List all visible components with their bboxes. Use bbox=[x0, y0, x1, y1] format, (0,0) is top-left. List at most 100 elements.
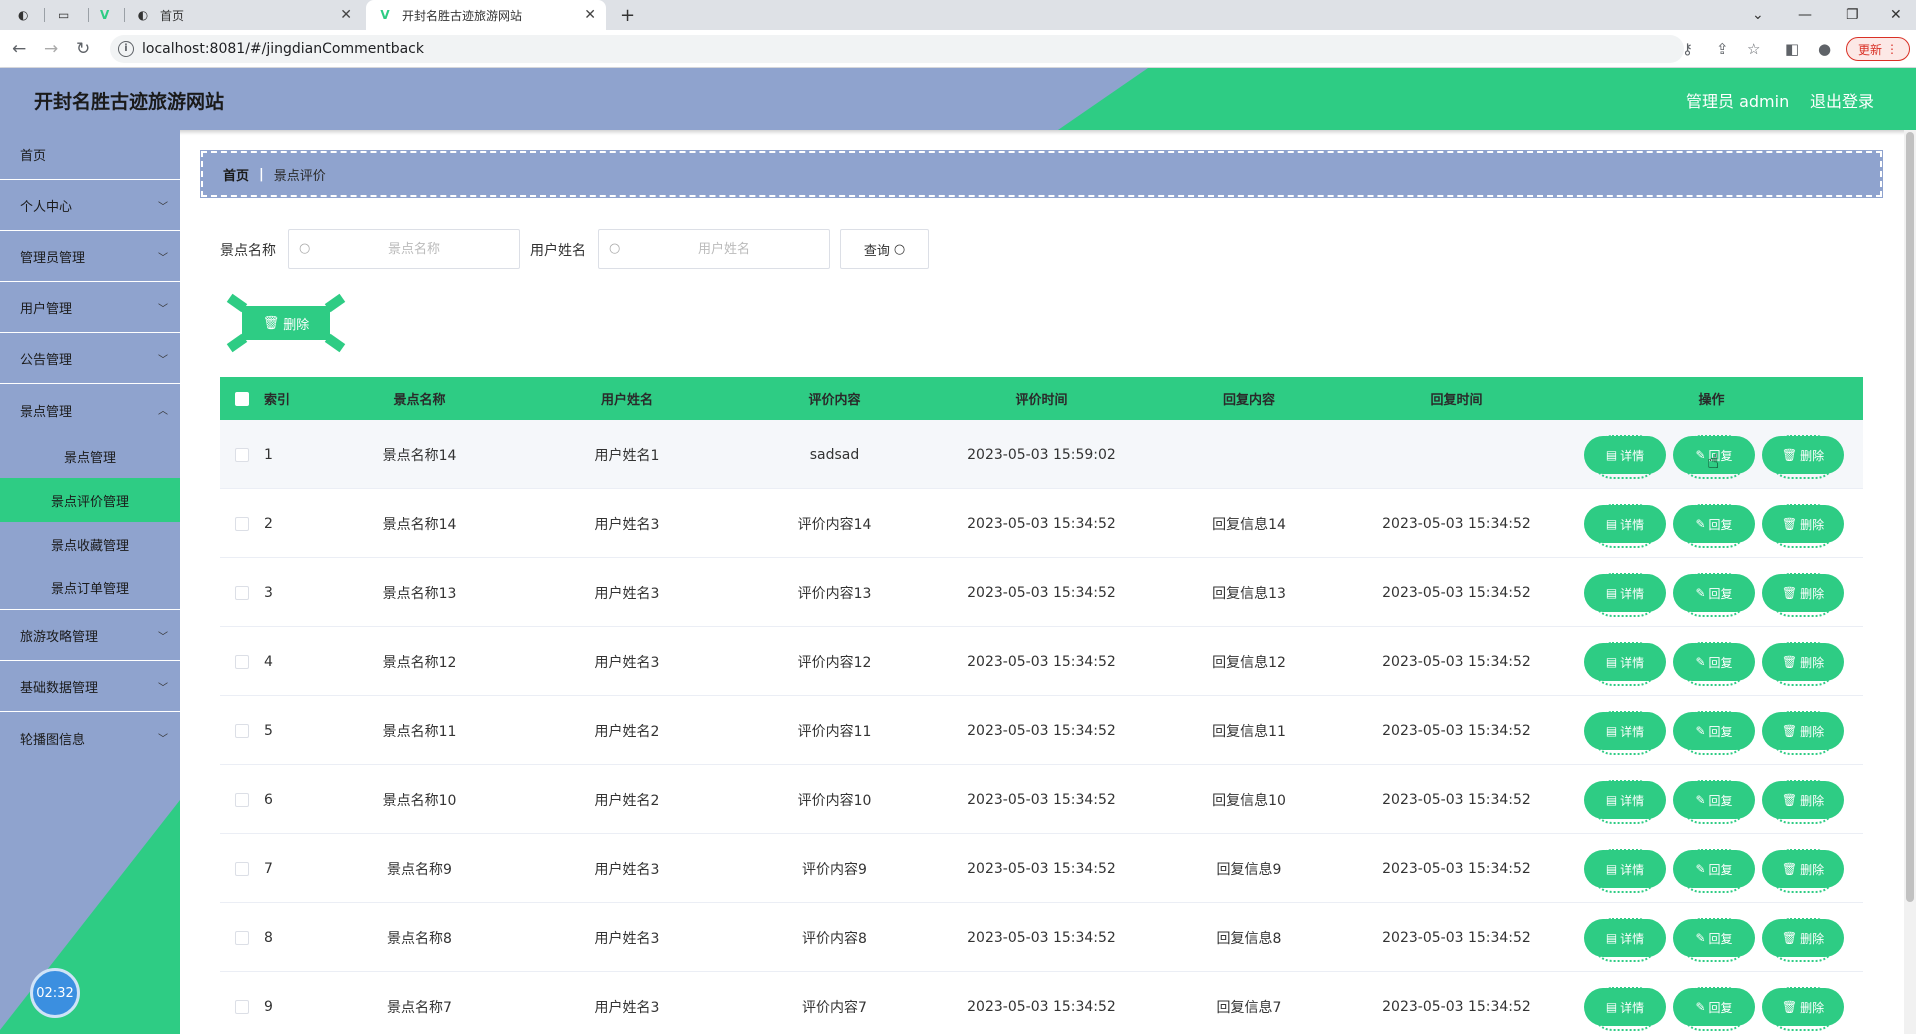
delete-button[interactable]: 🗑 删除 bbox=[1764, 780, 1842, 824]
new-tab-icon[interactable]: + bbox=[620, 0, 635, 30]
window-close-icon[interactable]: ✕ bbox=[1890, 0, 1902, 30]
sidebar-item-notices[interactable]: 公告管理 ﹀ bbox=[0, 334, 180, 384]
chevron-down-icon: ﹀ bbox=[158, 683, 168, 694]
logout-button[interactable]: 退出登录 bbox=[1810, 88, 1874, 112]
restore-icon[interactable]: ❐ bbox=[1846, 0, 1859, 30]
row-checkbox[interactable] bbox=[235, 999, 249, 1014]
cell-name: 景点名称8 bbox=[387, 930, 452, 947]
page-scrollbar[interactable] bbox=[1904, 130, 1916, 1034]
detail-button[interactable]: ▤ 详情 bbox=[1586, 504, 1664, 548]
cell-reply-time: 2023-05-03 15:34:52 bbox=[1382, 860, 1531, 877]
reply-button[interactable]: ✎ 回复 bbox=[1675, 918, 1753, 962]
sidebar-item-carousel[interactable]: 轮播图信息 ﹀ bbox=[0, 713, 180, 763]
tab-separator bbox=[124, 8, 125, 22]
delete-button[interactable]: 🗑 删除 bbox=[1764, 573, 1842, 617]
sidebar-item-scenic[interactable]: 景点管理 ︿ bbox=[0, 385, 180, 435]
sidebar-item-guides[interactable]: 旅游攻略管理 ﹀ bbox=[0, 611, 180, 661]
table-row: 7 景点名称9 用户姓名3 评价内容9 2023-05-03 15:34:52 … bbox=[220, 834, 1863, 903]
sidebar-item-profile[interactable]: 个人中心 ﹀ bbox=[0, 181, 180, 231]
scrollbar-thumb[interactable] bbox=[1906, 132, 1914, 902]
search-user-field[interactable]: ○ bbox=[598, 229, 830, 269]
profile-icon[interactable]: ● bbox=[1818, 40, 1831, 58]
back-icon[interactable]: ← bbox=[12, 39, 26, 59]
tab-home[interactable]: ◐ 首页 ✕ bbox=[136, 0, 362, 30]
delete-button[interactable]: 🗑 删除 bbox=[1764, 987, 1842, 1031]
star-icon[interactable]: ☆ bbox=[1747, 40, 1760, 58]
detail-button[interactable]: ▤ 详情 bbox=[1586, 987, 1664, 1031]
row-checkbox[interactable] bbox=[235, 792, 249, 807]
url-field[interactable]: i localhost:8081/#/jingdianCommentback bbox=[110, 35, 1684, 63]
row-checkbox[interactable] bbox=[235, 861, 249, 876]
reply-button[interactable]: ✎ 回复 bbox=[1675, 573, 1753, 617]
reply-button[interactable]: ✎ 回复 bbox=[1675, 642, 1753, 686]
sidebar-subitem-scenic-manage[interactable]: 景点管理 bbox=[0, 434, 180, 478]
globe-icon[interactable]: ◐ bbox=[18, 0, 28, 30]
reply-button[interactable]: ✎ 回复 bbox=[1675, 780, 1753, 824]
cell-user: 用户姓名2 bbox=[594, 723, 660, 740]
cell-time: 2023-05-03 15:34:52 bbox=[967, 791, 1116, 808]
row-checkbox[interactable] bbox=[235, 516, 249, 531]
batch-delete-button[interactable]: 🗑 删除 bbox=[226, 293, 346, 353]
sidebar-subitem-scenic-comments[interactable]: 景点评价管理 bbox=[0, 478, 180, 522]
search-icon: ○ bbox=[893, 241, 906, 257]
key-icon[interactable]: ⚷ bbox=[1682, 40, 1693, 58]
detail-button[interactable]: ▤ 详情 bbox=[1586, 780, 1664, 824]
delete-button[interactable]: 🗑 删除 bbox=[1764, 435, 1842, 479]
query-button[interactable]: 查询 ○ bbox=[840, 229, 929, 269]
reply-button[interactable]: ✎ 回复 bbox=[1675, 711, 1753, 755]
sidebar-subitem-scenic-orders[interactable]: 景点订单管理 bbox=[0, 566, 180, 610]
close-icon[interactable]: ✕ bbox=[584, 7, 596, 23]
sidebar-item-users[interactable]: 用户管理 ﹀ bbox=[0, 283, 180, 333]
minimize-icon[interactable]: — bbox=[1798, 0, 1812, 30]
reply-button[interactable]: ✎ 回复 bbox=[1675, 849, 1753, 893]
blank-tab-icon[interactable]: ▭ bbox=[58, 0, 69, 30]
cell-index: 8 bbox=[264, 929, 273, 946]
row-checkbox[interactable] bbox=[235, 585, 249, 600]
cell-time: 2023-05-03 15:34:52 bbox=[967, 998, 1116, 1015]
forward-icon[interactable]: → bbox=[44, 39, 58, 59]
update-button[interactable]: 更新 ⋮ bbox=[1846, 37, 1910, 61]
detail-button[interactable]: ▤ 详情 bbox=[1586, 849, 1664, 893]
sidebar-item-admins[interactable]: 管理员管理 ﹀ bbox=[0, 232, 180, 282]
tab-active-site[interactable]: V 开封名胜古迹旅游网站 ✕ bbox=[366, 0, 606, 30]
sidebar-item-basedata[interactable]: 基础数据管理 ﹀ bbox=[0, 662, 180, 712]
detail-button[interactable]: ▤ 详情 bbox=[1586, 573, 1664, 617]
chevron-down-icon[interactable]: ⌄ bbox=[1752, 0, 1764, 30]
row-checkbox[interactable] bbox=[235, 723, 249, 738]
delete-button[interactable]: 🗑 删除 bbox=[1764, 711, 1842, 755]
document-icon: ▤ bbox=[1605, 724, 1618, 738]
reload-icon[interactable]: ↻ bbox=[76, 39, 90, 59]
trash-icon: 🗑 bbox=[1781, 931, 1798, 945]
select-all-checkbox[interactable] bbox=[235, 391, 249, 406]
breadcrumb-home[interactable]: 首页 bbox=[223, 165, 249, 184]
cell-content: 评价内容13 bbox=[797, 585, 872, 602]
close-icon[interactable]: ✕ bbox=[340, 7, 352, 23]
delete-button[interactable]: 🗑 删除 bbox=[1764, 918, 1842, 962]
sidebar-item-home[interactable]: 首页 bbox=[0, 130, 180, 180]
delete-button[interactable]: 🗑 删除 bbox=[1764, 642, 1842, 686]
edit-icon: ✎ bbox=[1695, 862, 1706, 876]
detail-button[interactable]: ▤ 详情 bbox=[1586, 918, 1664, 962]
reply-button[interactable]: ✎ 回复 bbox=[1675, 504, 1753, 548]
detail-button[interactable]: ▤ 详情 bbox=[1586, 711, 1664, 755]
vue-tab-icon[interactable]: V bbox=[100, 0, 109, 30]
share-icon[interactable]: ⇪ bbox=[1716, 40, 1729, 58]
cell-index: 1 bbox=[264, 446, 273, 463]
sidepanel-icon[interactable]: ◧ bbox=[1785, 40, 1799, 58]
delete-button[interactable]: 🗑 删除 bbox=[1764, 504, 1842, 548]
row-checkbox[interactable] bbox=[235, 447, 249, 462]
search-user-input[interactable] bbox=[629, 230, 819, 268]
sidebar-subitem-scenic-favorites[interactable]: 景点收藏管理 bbox=[0, 522, 180, 566]
search-name-field[interactable]: ○ bbox=[288, 229, 520, 269]
detail-button[interactable]: ▤ 详情 bbox=[1586, 642, 1664, 686]
row-checkbox[interactable] bbox=[235, 930, 249, 945]
detail-button[interactable]: ▤ 详情 bbox=[1586, 435, 1664, 479]
delete-button[interactable]: 🗑 删除 bbox=[1764, 849, 1842, 893]
row-checkbox[interactable] bbox=[235, 654, 249, 669]
search-name-input[interactable] bbox=[319, 230, 509, 268]
globe-icon: ◐ bbox=[137, 8, 149, 22]
reply-button[interactable]: ✎ 回复 bbox=[1675, 987, 1753, 1031]
cell-index: 9 bbox=[264, 998, 273, 1015]
info-icon[interactable]: i bbox=[118, 41, 134, 57]
cell-reply-time: 2023-05-03 15:34:52 bbox=[1382, 929, 1531, 946]
